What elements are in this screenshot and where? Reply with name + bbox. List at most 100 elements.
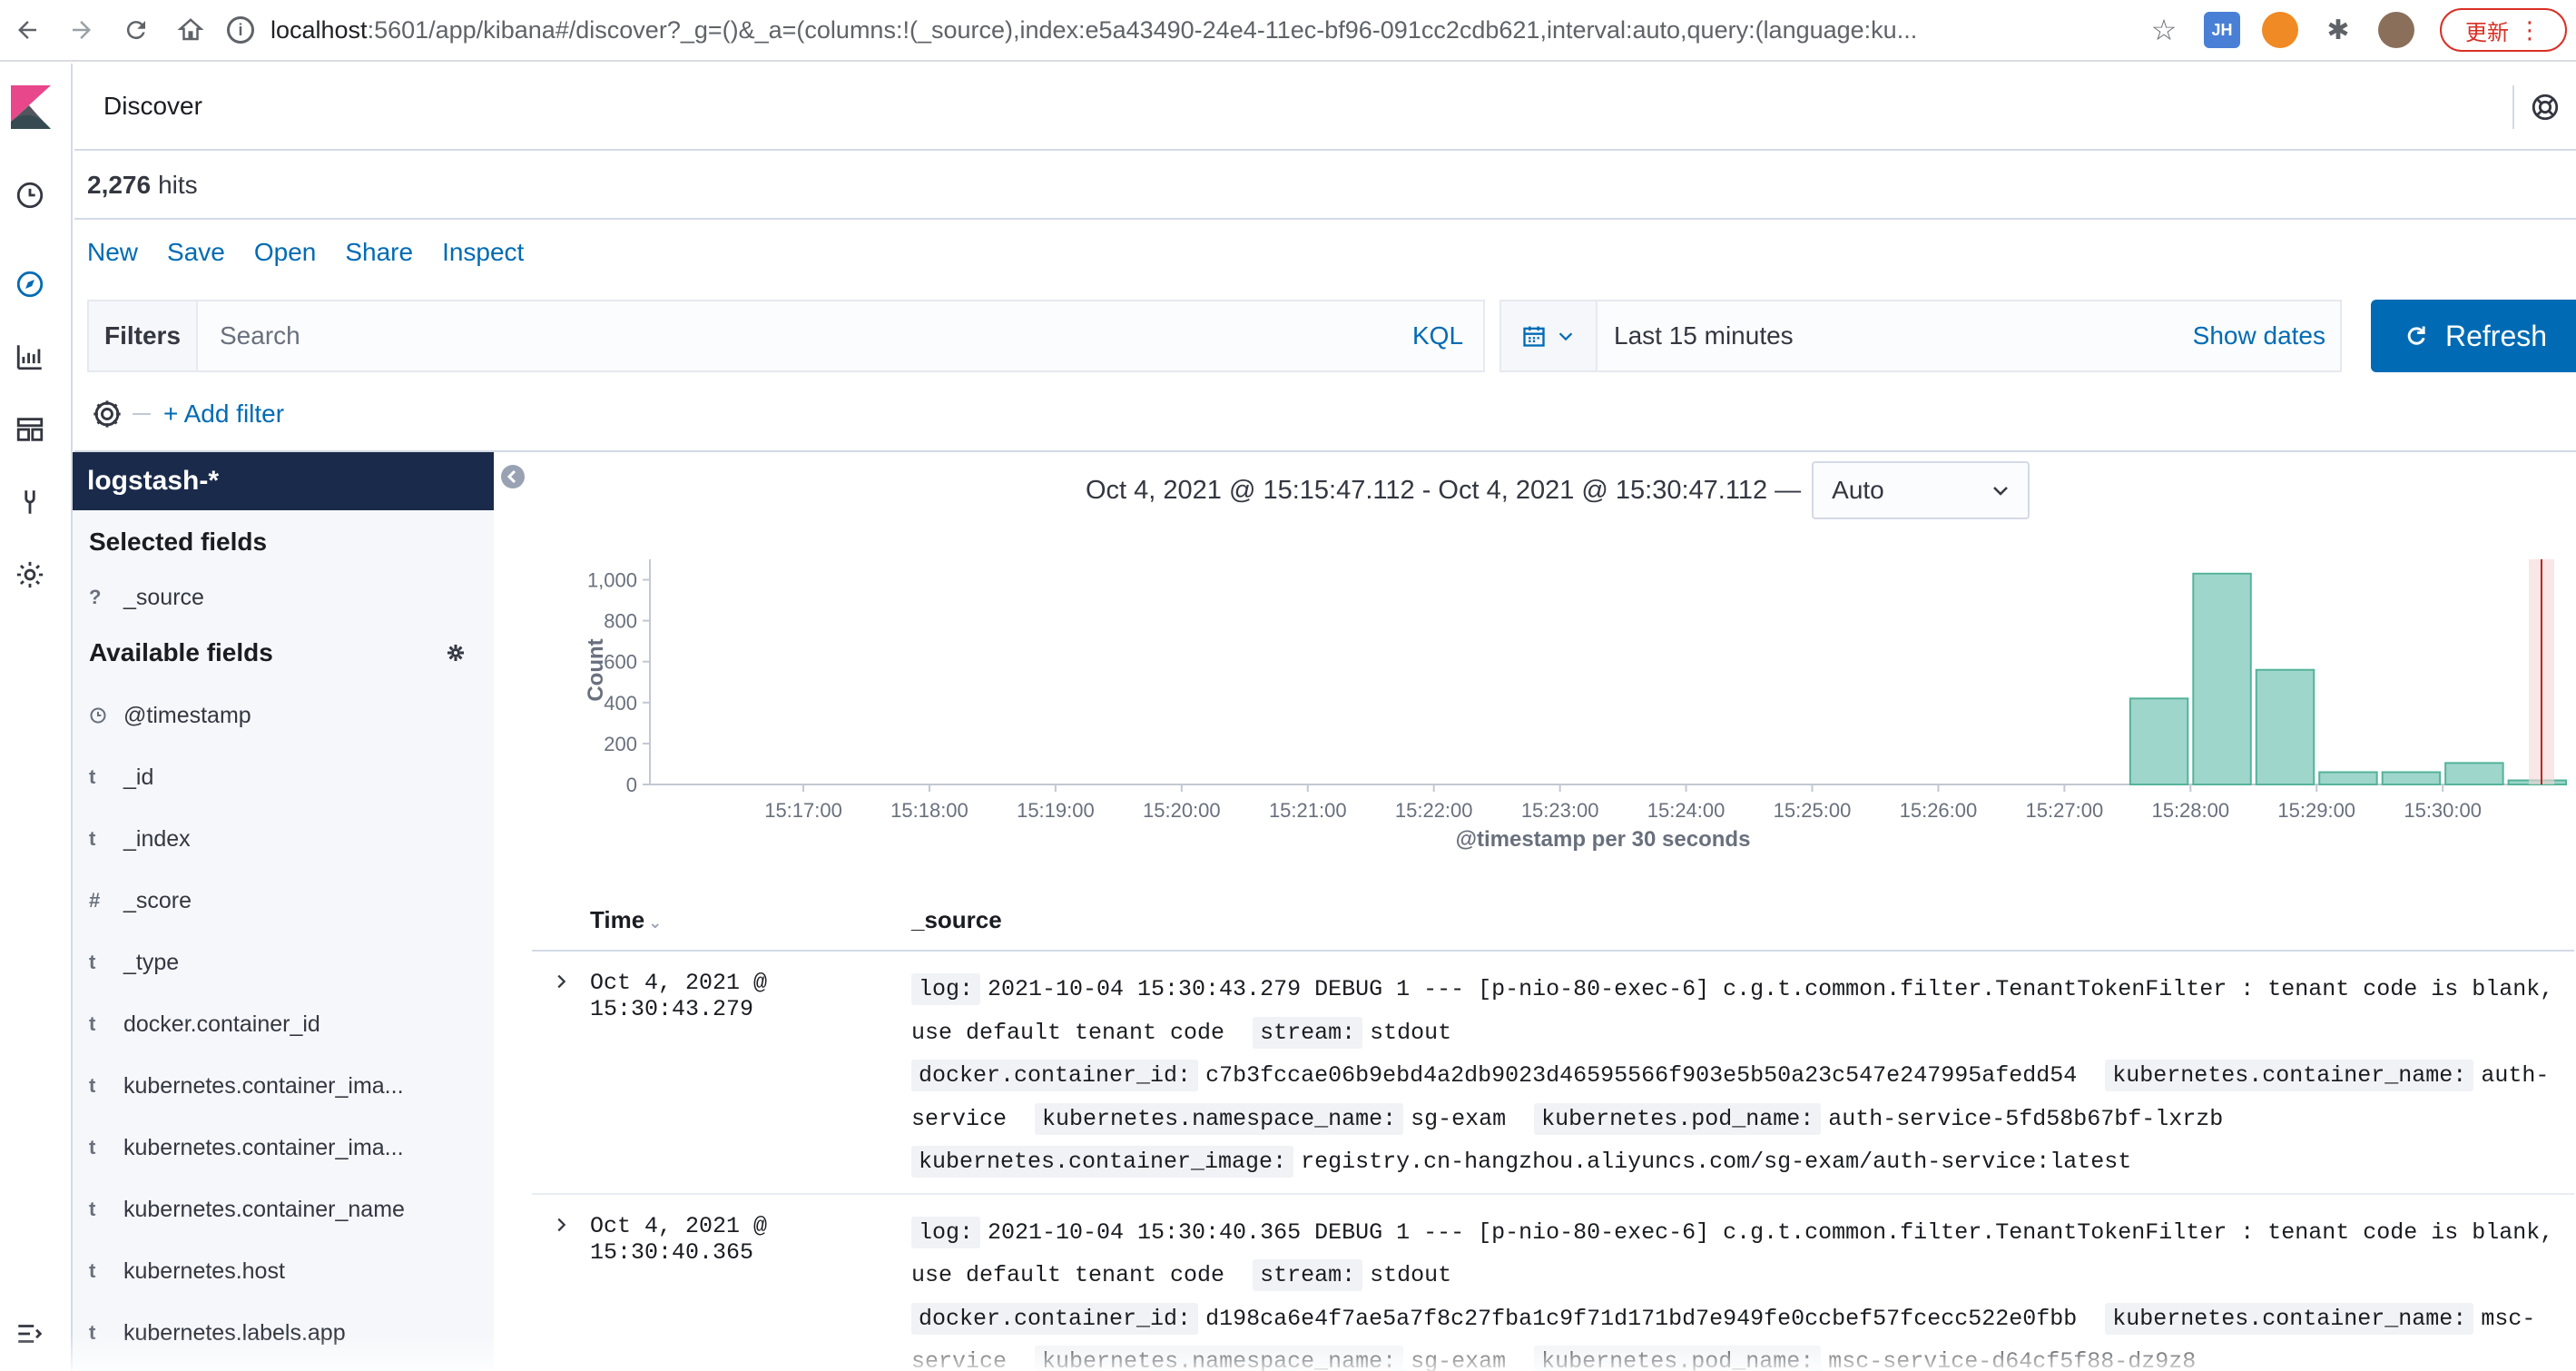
source-field-key: kubernetes.pod_name: <box>1534 1346 1822 1371</box>
field-item[interactable]: # _score <box>73 870 494 932</box>
show-dates-link[interactable]: Show dates <box>2193 321 2340 350</box>
field-item[interactable]: ? _source <box>73 574 494 621</box>
source-field-value: stdout <box>1370 1262 1452 1288</box>
page-title: Discover <box>103 92 202 120</box>
profile-avatar[interactable] <box>2378 12 2414 48</box>
filter-row: + Add filter <box>87 390 284 438</box>
extensions-puzzle-icon[interactable]: ✱ <box>2320 12 2356 48</box>
field-item[interactable]: t _id <box>73 746 494 808</box>
expand-row-button[interactable] <box>532 1211 590 1371</box>
field-settings-gear-icon[interactable] <box>445 642 467 664</box>
collapse-sidebar-button[interactable] <box>501 465 525 488</box>
visualize-icon[interactable] <box>15 341 45 372</box>
clock-icon[interactable] <box>15 180 45 211</box>
field-item[interactable]: t kubernetes.container_name <box>73 1179 494 1240</box>
menu-inspect[interactable]: Inspect <box>442 238 524 267</box>
field-type-string: t <box>89 1259 96 1282</box>
address-bar[interactable]: i localhost:5601/app/kibana#/discover?_g… <box>218 0 2135 61</box>
document-table: Time ⌄ _source Oct 4, 2021 @ 15:30:43.279… <box>532 890 2574 1371</box>
management-gear-icon[interactable] <box>15 559 45 590</box>
source-field-key: stream: <box>1253 1016 1363 1049</box>
histogram-chart[interactable]: 0 200 400 600 800 1,000 15:17:00 15:18:00 15:19:… <box>536 545 2576 863</box>
add-filter-button[interactable]: + Add filter <box>163 399 284 429</box>
field-type-string: t <box>89 1321 96 1344</box>
time-range-text[interactable]: Last 15 minutes <box>1598 321 2193 350</box>
forward-button[interactable] <box>54 0 109 61</box>
filter-settings-gear-icon[interactable] <box>87 394 127 434</box>
quick-select-button[interactable] <box>1501 301 1598 370</box>
field-type-string: t <box>89 1012 96 1035</box>
reload-icon <box>126 21 145 40</box>
collapse-menu-icon[interactable] <box>15 1318 45 1349</box>
menu-share[interactable]: Share <box>345 238 413 267</box>
field-item[interactable]: t _type <box>73 932 494 993</box>
reload-button[interactable] <box>109 0 163 61</box>
hits-number: 2,276 <box>87 171 152 199</box>
source-field-value: c7b3fccae06b9ebd4a2db9023d46595566f903e5… <box>1205 1062 2078 1089</box>
more-dots-icon: ⋮ <box>2518 15 2542 44</box>
bookmark-star-icon[interactable]: ☆ <box>2146 12 2182 48</box>
interval-select[interactable]: Auto <box>1812 461 2030 519</box>
chevron-down-icon <box>1558 332 1573 341</box>
row-source: log: 2021-10-04 15:30:43.279 DEBUG 1 --- … <box>895 968 2574 1184</box>
y-tick-label: 0 <box>626 774 637 796</box>
source-field-key: kubernetes.container_name: <box>2105 1302 2474 1335</box>
field-item[interactable]: t kubernetes.container_ima... <box>73 1117 494 1179</box>
source-field-key: kubernetes.pod_name: <box>1534 1102 1822 1135</box>
filters-label: Filters <box>89 301 198 370</box>
column-header-time[interactable]: Time ⌄ <box>532 906 895 934</box>
refresh-button[interactable]: Refresh <box>2371 300 2576 372</box>
menu-new[interactable]: New <box>87 238 138 267</box>
y-tick-label: 600 <box>604 651 637 674</box>
chevron-left-icon <box>506 469 516 484</box>
update-button[interactable]: 更新 ⋮ <box>2440 8 2567 52</box>
x-tick-label: 15:22:00 <box>1395 799 1473 822</box>
row-timestamp: Oct 4, 2021 @ 15:30:40.365 <box>590 1212 768 1266</box>
menu-open[interactable]: Open <box>254 238 317 267</box>
field-name: _id <box>123 764 154 790</box>
back-button[interactable] <box>0 0 54 61</box>
x-tick-label: 15:21:00 <box>1269 799 1347 822</box>
menu-save[interactable]: Save <box>167 238 225 267</box>
source-field-value: sg-exam <box>1411 1105 1507 1132</box>
extension-orange-icon[interactable] <box>2262 12 2298 48</box>
index-pattern-selector[interactable]: logstash-* <box>73 452 494 510</box>
field-item[interactable]: t _index <box>73 808 494 870</box>
table-row[interactable]: Oct 4, 2021 @ 15:30:40.365 log: 2021-10-04… <box>532 1195 2574 1371</box>
kql-button[interactable]: KQL <box>1392 301 1483 370</box>
field-item[interactable]: t kubernetes.host <box>73 1240 494 1302</box>
dev-tools-icon[interactable] <box>15 487 45 518</box>
field-item[interactable]: @timestamp <box>73 685 494 746</box>
time-header-label: Time <box>590 905 645 933</box>
source-field-value: msc-service-d64cf5f88-dz9z8 <box>1828 1348 2197 1371</box>
extension-jh-icon[interactable]: JH <box>2204 12 2240 48</box>
field-item[interactable]: t docker.container_id <box>73 993 494 1055</box>
dashboard-icon[interactable] <box>15 414 45 445</box>
compass-icon[interactable] <box>15 269 45 300</box>
search-input[interactable] <box>198 301 1392 370</box>
field-name: _score <box>123 887 192 913</box>
help-lifebuoy-icon[interactable] <box>2512 85 2576 129</box>
x-tick-label: 15:26:00 <box>1900 799 1978 822</box>
column-header-source: _source <box>911 905 1002 933</box>
chevron-down-icon <box>1993 487 2009 496</box>
expand-row-button[interactable] <box>532 968 590 1184</box>
field-item[interactable]: t kubernetes.container_ima... <box>73 1055 494 1117</box>
x-tick-label: 15:30:00 <box>2404 799 2482 822</box>
field-sidebar: logstash-* Selected fields ? _source Ava… <box>73 452 494 1371</box>
table-row[interactable]: Oct 4, 2021 @ 15:30:43.279 log: 2021-10-04… <box>532 952 2574 1195</box>
info-icon[interactable]: i <box>227 16 254 44</box>
sort-arrow-icon[interactable]: ⌄ <box>648 913 662 932</box>
source-field-value: 2021-10-04 15:30:40.365 DEBUG 1 --- [p-n… <box>911 1218 2554 1289</box>
field-name: @timestamp <box>123 702 251 728</box>
url-path: :5601/app/kibana#/discover?_g=()&_a=(col… <box>367 15 1918 44</box>
source-field-key: log: <box>911 973 981 1005</box>
time-range-header: Oct 4, 2021 @ 15:15:47.112 - Oct 4, 2021… <box>1086 461 2030 519</box>
date-picker: Last 15 minutes Show dates <box>1499 300 2342 372</box>
field-type-string: t <box>89 1136 96 1159</box>
home-button[interactable] <box>163 0 218 61</box>
clock-icon <box>90 707 106 724</box>
source-field-key: stream: <box>1253 1259 1363 1291</box>
histogram-bar <box>2381 771 2442 786</box>
field-item[interactable]: t kubernetes.labels.app <box>73 1302 494 1364</box>
